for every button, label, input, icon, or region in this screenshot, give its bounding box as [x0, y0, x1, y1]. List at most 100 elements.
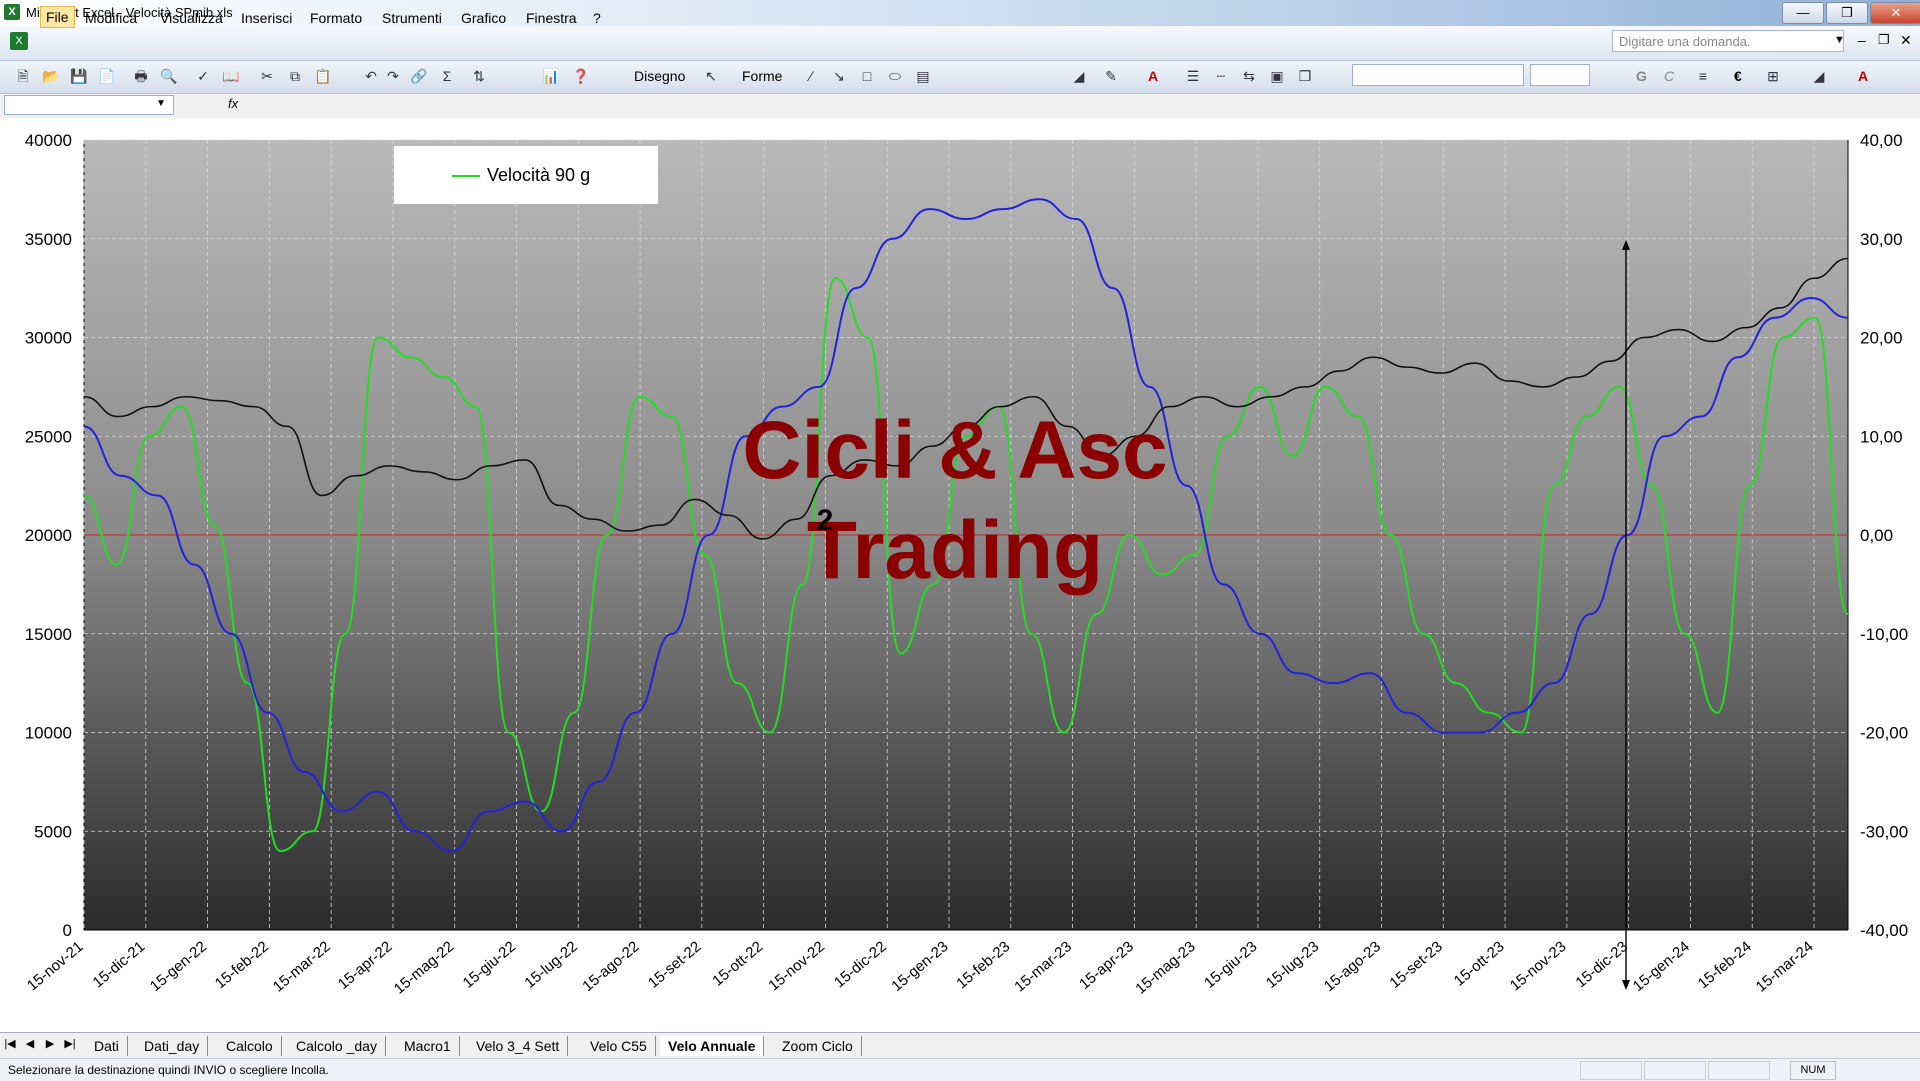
- line-color-icon[interactable]: ✎: [1100, 66, 1122, 86]
- prev-sheet-button[interactable]: ◀: [22, 1037, 38, 1050]
- undo-icon[interactable]: ↶: [360, 66, 382, 86]
- first-sheet-button[interactable]: |◀: [2, 1037, 18, 1050]
- workbook-icon[interactable]: X: [10, 32, 28, 50]
- x-tick-label: 15-giu-22: [460, 938, 519, 992]
- tab-calcolo[interactable]: Calcolo: [218, 1036, 282, 1056]
- x-tick-label: 15-gen-23: [888, 938, 951, 995]
- next-sheet-button[interactable]: ▶: [42, 1037, 58, 1050]
- x-tick-label: 15-nov-22: [765, 938, 828, 994]
- 3d-icon[interactable]: ❐: [1294, 66, 1316, 86]
- doc-restore-button[interactable]: ❐: [1878, 32, 1890, 48]
- menu-finestra[interactable]: Finestra: [521, 8, 582, 28]
- tab-dati[interactable]: Dati: [86, 1036, 128, 1056]
- restore-button[interactable]: ❐: [1826, 2, 1868, 24]
- last-sheet-button[interactable]: ▶|: [62, 1037, 78, 1050]
- fill-color-icon[interactable]: ◢: [1068, 66, 1090, 86]
- italic-button[interactable]: C: [1664, 68, 1674, 84]
- line-style-icon[interactable]: ☰: [1182, 66, 1204, 86]
- copy-icon[interactable]: ⧉: [284, 66, 306, 86]
- euro-button[interactable]: €: [1734, 68, 1742, 84]
- x-tick-label: 15-dic-21: [90, 938, 149, 991]
- x-tick-label: 15-mag-23: [1132, 938, 1199, 998]
- x-tick-label: 15-ago-22: [579, 938, 642, 995]
- x-tick-label: 15-mag-22: [391, 938, 458, 998]
- open-icon[interactable]: 📂: [40, 66, 62, 86]
- menu-formato[interactable]: Formato: [305, 8, 367, 28]
- menu-help[interactable]: ?: [588, 8, 606, 28]
- help-search-input[interactable]: Digitare una domanda.: [1612, 30, 1844, 52]
- forme-menu[interactable]: Forme: [742, 68, 782, 84]
- rectangle-icon[interactable]: □: [856, 66, 878, 86]
- disegno-menu[interactable]: Disegno: [634, 68, 685, 84]
- y-right-tick-label: 20,00: [1860, 329, 1903, 348]
- y-left-tick-label: 40000: [25, 131, 72, 150]
- tab-velo-annuale[interactable]: Velo Annuale: [660, 1036, 765, 1056]
- watermark-line1: Cicli & Asc: [742, 405, 1167, 496]
- name-box[interactable]: [4, 95, 174, 115]
- menu-strumenti[interactable]: Strumenti: [377, 8, 447, 28]
- x-tick-label: 15-set-22: [645, 938, 704, 992]
- arrow-style-icon[interactable]: ⇆: [1238, 66, 1260, 86]
- autosum-icon[interactable]: Σ: [436, 66, 458, 86]
- tab-dati-day[interactable]: Dati_day: [136, 1036, 209, 1056]
- menu-grafico[interactable]: Grafico: [456, 8, 511, 28]
- font-color-icon[interactable]: A: [1142, 66, 1164, 86]
- tab-velo-3-4-sett[interactable]: Velo 3_4 Sett: [468, 1036, 569, 1056]
- chevron-down-icon[interactable]: ▼: [156, 98, 166, 109]
- help-icon[interactable]: ❓: [570, 66, 592, 86]
- highlight-icon[interactable]: ◢: [1808, 66, 1830, 86]
- doc-close-button[interactable]: ✕: [1900, 32, 1912, 49]
- tab-velo-c55[interactable]: Velo C55: [582, 1036, 656, 1056]
- dash-style-icon[interactable]: ┄: [1210, 66, 1232, 86]
- shadow-icon[interactable]: ▣: [1266, 66, 1288, 86]
- x-tick-label: 15-mar-23: [1011, 938, 1075, 996]
- save-icon[interactable]: 💾: [68, 66, 90, 86]
- research-icon[interactable]: 📖: [220, 66, 242, 86]
- preview-icon[interactable]: 🔍: [158, 66, 180, 86]
- redo-icon[interactable]: ↷: [382, 66, 404, 86]
- sort-icon[interactable]: ⇅: [468, 66, 490, 86]
- x-tick-label: 15-lug-22: [521, 938, 580, 992]
- cut-icon[interactable]: ✂: [256, 66, 278, 86]
- paste-icon[interactable]: 📋: [312, 66, 334, 86]
- bold-button[interactable]: G: [1636, 68, 1647, 84]
- new-icon[interactable]: 🗎: [12, 66, 34, 86]
- menu-visualizza[interactable]: Visualizza: [155, 8, 228, 28]
- x-tick-label: 15-mar-22: [270, 938, 334, 996]
- y-right-tick-label: -40,00: [1860, 921, 1908, 940]
- minimize-button[interactable]: —: [1782, 2, 1824, 24]
- spellcheck-icon[interactable]: ✓: [192, 66, 214, 86]
- x-tick-label: 15-set-23: [1386, 938, 1445, 992]
- status-panel-1: [1580, 1061, 1642, 1080]
- font-size-select[interactable]: [1530, 64, 1590, 86]
- cursor-icon[interactable]: ↖: [700, 66, 722, 86]
- oval-icon[interactable]: ⬭: [884, 66, 906, 86]
- pdf-icon[interactable]: 📄: [96, 66, 118, 86]
- borders-icon[interactable]: ⊞: [1762, 66, 1784, 86]
- menu-modifica[interactable]: Modifica: [80, 8, 142, 28]
- arrow-icon[interactable]: ↘: [828, 66, 850, 86]
- chart-wizard-icon[interactable]: 📊: [540, 66, 562, 86]
- chevron-down-icon[interactable]: ▼: [1834, 34, 1845, 46]
- line-icon[interactable]: ∕: [800, 66, 822, 86]
- tab-macro1[interactable]: Macro1: [396, 1036, 460, 1056]
- textbox-icon[interactable]: ▤: [912, 66, 934, 86]
- close-button[interactable]: ✕: [1870, 2, 1920, 24]
- watermark-line2: Trading: [807, 505, 1103, 596]
- x-tick-label: 15-dic-23: [1572, 938, 1631, 991]
- tab-calcolo-day[interactable]: Calcolo _day: [288, 1036, 386, 1056]
- tab-zoom-ciclo[interactable]: Zoom Ciclo: [774, 1036, 862, 1056]
- x-tick-label: 15-feb-23: [953, 938, 1013, 992]
- doc-minimize-button[interactable]: –: [1858, 32, 1866, 48]
- menu-inserisci[interactable]: Inserisci: [236, 8, 297, 28]
- print-icon[interactable]: 🖶: [130, 66, 152, 86]
- line-chart[interactable]: 40000 35000 30000 25000 20000 15000 10000 5000 0…: [0, 118, 1920, 1032]
- y-right-tick-label: 30,00: [1860, 230, 1903, 249]
- font-color-icon-2[interactable]: A: [1852, 66, 1874, 86]
- align-icon[interactable]: ≡: [1692, 66, 1714, 86]
- hyperlink-icon[interactable]: 🔗: [408, 66, 430, 86]
- font-name-select[interactable]: [1352, 64, 1524, 86]
- x-tick-label: 15-ago-23: [1321, 938, 1384, 995]
- x-tick-label: 15-gen-24: [1630, 938, 1693, 995]
- menu-file[interactable]: File: [40, 6, 75, 28]
